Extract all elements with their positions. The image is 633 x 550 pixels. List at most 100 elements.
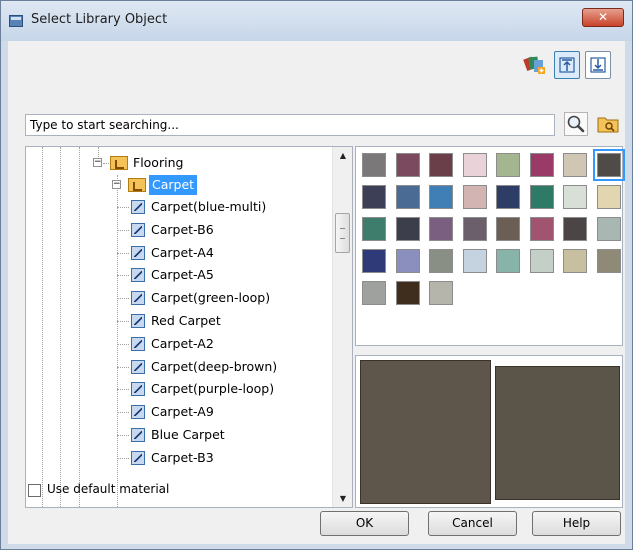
tree-item-label: Red Carpet (151, 313, 221, 328)
material-item-icon (131, 428, 145, 442)
tree-item[interactable]: Carpet(blue-multi) (26, 197, 326, 217)
tree-item[interactable]: Carpet(purple-loop) (26, 379, 326, 399)
library-tree[interactable]: − Flooring − Carpet Carpet(blue-multi) Ca… (25, 146, 353, 508)
tree-item[interactable]: Carpet(deep-brown) (26, 357, 326, 377)
tree-guide-line (117, 229, 129, 231)
material-swatch[interactable] (429, 153, 453, 177)
tree-guide-line (117, 435, 129, 436)
move-down-button[interactable] (585, 51, 611, 79)
browse-folder-icon[interactable] (596, 113, 620, 135)
close-button[interactable]: ✕ (582, 8, 624, 27)
material-swatch[interactable] (529, 185, 554, 209)
tree-item-label: Carpet(deep-brown) (151, 358, 278, 374)
material-swatch[interactable] (529, 217, 554, 241)
material-swatch[interactable] (596, 185, 621, 209)
material-swatch[interactable] (596, 249, 621, 273)
title-bar[interactable]: Select Library Object ✕ (1, 1, 632, 41)
scroll-up-arrow-icon[interactable]: ▲ (333, 147, 352, 164)
scroll-down-arrow-icon[interactable]: ▼ (333, 490, 352, 507)
preview-texture (495, 366, 620, 500)
material-swatch[interactable] (462, 249, 487, 273)
material-swatch[interactable] (395, 249, 420, 273)
material-swatch[interactable] (496, 185, 520, 209)
tree-item[interactable]: Carpet-A9 (26, 402, 326, 422)
use-default-material-checkbox[interactable] (28, 484, 41, 497)
material-swatch[interactable] (462, 153, 487, 177)
material-swatch[interactable] (563, 185, 587, 209)
material-swatch[interactable] (362, 281, 386, 305)
search-input[interactable]: Type to start searching... (25, 114, 555, 136)
tree-item[interactable]: Carpet-A5 (26, 265, 326, 285)
tree-node-flooring[interactable]: − Flooring (26, 153, 326, 173)
tree-item-label: Carpet-B3 (151, 449, 214, 465)
material-swatch[interactable] (496, 217, 520, 241)
material-swatch[interactable] (429, 217, 453, 241)
material-swatch[interactable] (592, 149, 625, 181)
tree-node-carpet[interactable]: − Carpet (26, 175, 326, 195)
tree-item-label: Carpet-A4 (151, 244, 214, 260)
material-swatch[interactable] (563, 249, 587, 273)
move-up-button[interactable] (554, 51, 580, 79)
tree-item[interactable]: Carpet-A2 (26, 334, 326, 354)
material-swatch[interactable] (496, 249, 520, 273)
tree-item[interactable]: Blue Carpet (26, 425, 326, 445)
material-swatch[interactable] (529, 153, 554, 177)
material-swatch[interactable] (429, 185, 453, 209)
tree-item[interactable]: Carpet-B6 (26, 220, 326, 240)
cancel-button[interactable]: Cancel (428, 511, 517, 536)
tree-item[interactable]: Carpet-B3 (26, 448, 326, 468)
material-swatch[interactable] (395, 217, 420, 241)
collapse-toggle[interactable]: − (112, 180, 121, 189)
material-swatch[interactable] (462, 185, 487, 209)
tree-guide-line (103, 163, 109, 164)
material-swatch[interactable] (496, 153, 520, 177)
material-swatch[interactable] (395, 185, 420, 209)
tree-item-label: Blue Carpet (151, 427, 225, 442)
help-button[interactable]: Help (532, 511, 621, 536)
collapse-toggle[interactable]: − (93, 158, 102, 167)
material-item-icon (131, 314, 145, 328)
move-down-icon (590, 57, 606, 73)
material-item-icon (131, 245, 145, 260)
material-item-icon (131, 200, 145, 214)
tree-item[interactable]: Carpet-A4 (26, 243, 326, 263)
tree-item-label: Carpet(green-loop) (151, 290, 271, 306)
tree-item[interactable]: Red Carpet (26, 311, 326, 331)
tree-node-label: Carpet (149, 175, 198, 195)
material-swatch[interactable] (529, 249, 554, 273)
material-item-icon (131, 450, 145, 465)
material-item-icon (131, 336, 145, 351)
scroll-thumb[interactable] (335, 213, 350, 253)
tree-item-label: Carpet-A5 (151, 267, 214, 283)
tree-guide-line (117, 252, 129, 254)
tree-guide-line (117, 412, 129, 414)
ok-button[interactable]: OK (320, 511, 409, 536)
material-swatch[interactable] (563, 153, 587, 177)
move-up-icon (559, 57, 575, 73)
search-icon[interactable] (564, 112, 588, 136)
dialog-window: Select Library Object ✕ Type to start se… (0, 0, 633, 550)
material-swatch[interactable] (362, 185, 386, 209)
tree-item-label: Carpet-A9 (151, 404, 214, 420)
tree-guide-line (117, 389, 129, 391)
material-swatch[interactable] (596, 217, 621, 241)
material-swatch[interactable] (395, 153, 420, 177)
tree-guide-line (117, 366, 129, 368)
tree-guide-line (117, 275, 129, 277)
tree-guide-line (117, 207, 129, 208)
material-item-icon (131, 359, 145, 374)
tree-scrollbar[interactable]: ▲ ▼ (332, 147, 352, 507)
tree-item[interactable]: Carpet(green-loop) (26, 288, 326, 308)
material-swatch[interactable] (429, 249, 453, 273)
use-default-material-label: Use default material (47, 482, 170, 496)
tree-icon[interactable] (523, 54, 547, 78)
material-swatch[interactable] (462, 217, 487, 241)
material-swatch[interactable] (362, 153, 386, 177)
material-swatch[interactable] (362, 249, 386, 273)
tree-item-label: Carpet(blue-multi) (151, 199, 267, 214)
material-swatch[interactable] (362, 217, 386, 241)
window-title: Select Library Object (31, 12, 168, 27)
material-swatch[interactable] (429, 281, 453, 305)
material-swatch[interactable] (563, 217, 587, 241)
material-swatch[interactable] (395, 281, 420, 305)
